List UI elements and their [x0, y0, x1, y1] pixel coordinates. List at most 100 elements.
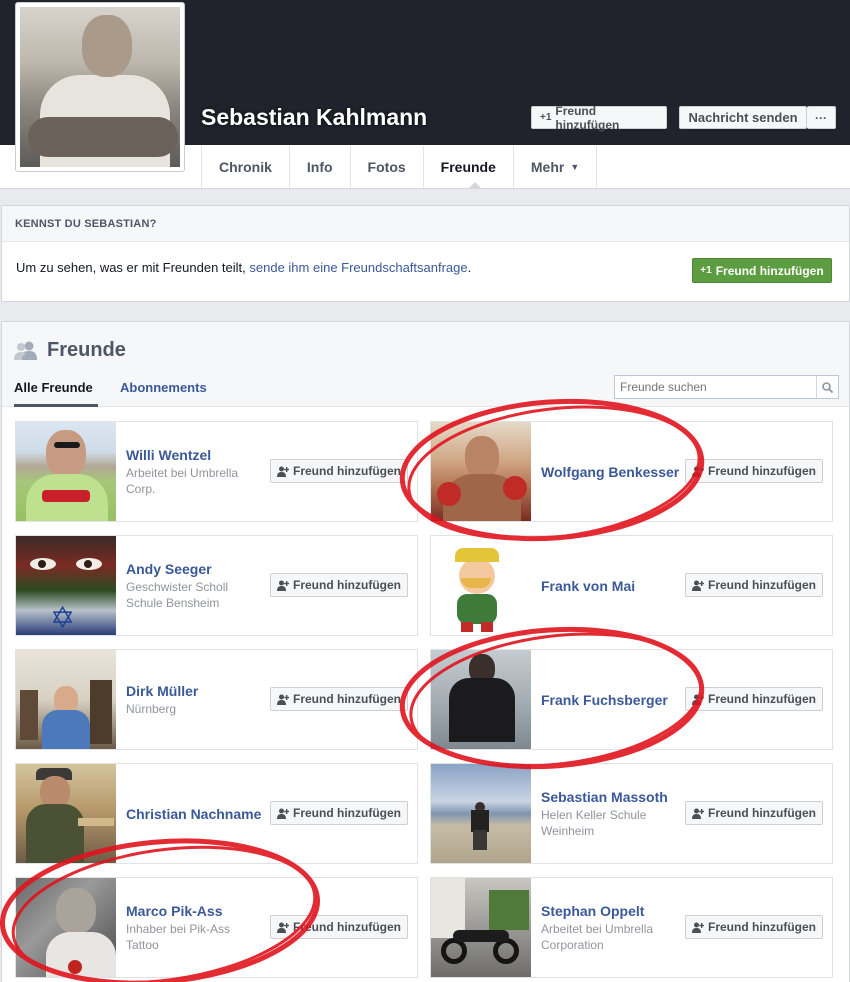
add-person-icon [277, 580, 289, 591]
profile-picture[interactable] [15, 2, 185, 172]
friends-search[interactable] [614, 375, 839, 399]
search-icon[interactable] [816, 376, 838, 398]
add-friend-icon: +1 [540, 112, 552, 123]
add-friend-icon: +1 [700, 265, 712, 276]
friend-name[interactable]: Marco Pik-Ass [126, 902, 268, 920]
add-friend-button[interactable]: +1 Freund hinzufügen [531, 103, 667, 132]
friend-detail: Arbeitet bei Umbrella Corporation [541, 921, 683, 953]
add-friend-label: Freund hinzufügen [555, 103, 620, 132]
friend-name[interactable]: Wolfgang Benkesser [541, 463, 683, 481]
friend-photo[interactable] [431, 536, 531, 635]
friend-name[interactable]: Stephan Oppelt [541, 902, 683, 920]
friend-name[interactable]: Frank Fuchsberger [541, 691, 683, 709]
add-friend-label: Freund hinzufügen [708, 920, 816, 934]
friend-photo[interactable] [16, 422, 116, 521]
friend-name[interactable]: Frank von Mai [541, 577, 683, 595]
add-friend-label: Freund hinzufügen [708, 806, 816, 820]
friend-photo[interactable] [16, 878, 116, 977]
friend-card: Willi Wentzel Arbeitet bei Umbrella Corp.… [15, 421, 418, 522]
friend-photo[interactable] [431, 764, 531, 863]
add-friend-button[interactable]: Freund hinzufügen [270, 801, 408, 825]
add-friend-label: Freund hinzufügen [708, 464, 816, 478]
friend-photo[interactable]: ✡ [16, 536, 116, 635]
friends-search-input[interactable] [615, 376, 816, 398]
friend-detail: Inhaber bei Pik-Ass Tattoo [126, 921, 268, 953]
friend-photo[interactable] [16, 764, 116, 863]
friend-photo[interactable] [431, 422, 531, 521]
add-friend-button[interactable]: Freund hinzufügen [270, 573, 408, 597]
friend-detail-text-2: Tattoo [126, 938, 159, 952]
friend-detail: Arbeitet bei Umbrella Corp. [126, 465, 268, 497]
tab-info[interactable]: Info [290, 146, 351, 188]
friend-photo[interactable] [431, 650, 531, 749]
friend-name[interactable]: Willi Wentzel [126, 446, 268, 464]
add-friend-label: Freund hinzufügen [293, 692, 401, 706]
profile-tabs: Chronik Info Fotos Freunde Mehr ▼ [201, 146, 598, 188]
friend-detail-link[interactable]: Umbrella [605, 922, 653, 936]
friend-name[interactable]: Andy Seeger [126, 560, 268, 578]
friend-detail-text: Geschwister Scholl [126, 580, 229, 594]
friend-detail-text: Arbeitet bei [126, 466, 191, 480]
know-him-text: Um zu sehen, was er mit Freunden teilt, … [16, 260, 471, 275]
add-friend-label: Freund hinzufügen [293, 806, 401, 820]
friend-detail-text-2: Corporation [541, 938, 604, 952]
friend-name[interactable]: Dirk Müller [126, 682, 268, 700]
add-friend-label: Freund hinzufügen [293, 578, 401, 592]
tab-chronik[interactable]: Chronik [202, 146, 290, 188]
friend-detail: Nürnberg [126, 702, 177, 716]
friend-detail: Helen Keller Schule Weinheim [541, 807, 683, 839]
know-him-period: . [467, 260, 472, 275]
more-options-button[interactable]: ··· [807, 106, 836, 129]
tab-fotos[interactable]: Fotos [351, 146, 424, 188]
friends-header: Freunde Alle Freunde Abonnements [2, 322, 849, 407]
friend-detail-text: Arbeitet bei [541, 922, 606, 936]
add-friend-label: Freund hinzufügen [708, 578, 816, 592]
friends-icon [14, 341, 37, 360]
active-tab-pointer [468, 182, 482, 189]
add-person-icon [277, 694, 289, 705]
friend-card: Marco Pik-Ass Inhaber bei Pik-Ass Tattoo … [15, 877, 418, 978]
tab-mehr-label: Mehr [530, 159, 565, 175]
add-friend-green-button[interactable]: +1 Freund hinzufügen [692, 258, 832, 283]
add-friend-button[interactable]: Freund hinzufügen [685, 687, 823, 711]
add-person-icon [277, 808, 289, 819]
add-friend-button[interactable]: Freund hinzufügen [685, 801, 823, 825]
add-friend-button[interactable]: Freund hinzufügen [685, 915, 823, 939]
add-friend-button[interactable]: Freund hinzufügen [270, 915, 408, 939]
add-person-icon [692, 466, 704, 477]
friend-detail-text-2: Schule Bensheim [126, 596, 220, 610]
profile-name[interactable]: Sebastian Kahlmann [201, 104, 427, 131]
friend-detail-text-2: Corp. [126, 482, 156, 496]
friend-request-link[interactable]: sende ihm eine Freundschaftsanfrage [249, 260, 467, 275]
friend-card: Frank Fuchsberger Freund hinzufügen [430, 649, 833, 750]
add-friend-button[interactable]: Freund hinzufügen [270, 687, 408, 711]
friend-card: Frank von Mai Freund hinzufügen [430, 535, 833, 636]
friend-card: Wolfgang Benkesser Freund hinzufügen [430, 421, 833, 522]
tab-subscriptions[interactable]: Abonnements [120, 380, 207, 395]
friend-detail-link[interactable]: Pik-Ass [189, 922, 230, 936]
friend-detail-text-2: Weinheim [541, 824, 595, 838]
active-tab-underline [14, 404, 98, 407]
friend-card: Sebastian Massoth Helen Keller Schule Wei… [430, 763, 833, 864]
add-friend-label: Freund hinzufügen [708, 692, 816, 706]
know-him-heading: KENNST DU SEBASTIAN? [2, 206, 849, 242]
friend-photo[interactable] [16, 650, 116, 749]
friend-detail-link[interactable]: Umbrella [190, 466, 238, 480]
friend-detail-text: Inhaber bei [126, 922, 190, 936]
add-friend-button[interactable]: Freund hinzufügen [685, 459, 823, 483]
tab-mehr[interactable]: Mehr ▼ [514, 146, 598, 188]
friend-detail-text: Helen Keller Schule [541, 808, 647, 822]
add-person-icon [692, 694, 704, 705]
add-friend-button[interactable]: Freund hinzufügen [270, 459, 408, 483]
friend-photo[interactable] [431, 878, 531, 977]
friend-name[interactable]: Christian Nachname [126, 805, 268, 823]
add-person-icon [277, 922, 289, 933]
tab-all-friends[interactable]: Alle Freunde [14, 380, 93, 395]
friend-card: Stephan Oppelt Arbeitet bei Umbrella Corp… [430, 877, 833, 978]
friend-name[interactable]: Sebastian Massoth [541, 788, 683, 806]
send-message-button[interactable]: Nachricht senden [679, 106, 807, 129]
friend-card: Dirk Müller Nürnberg Freund hinzufügen [15, 649, 418, 750]
know-him-box: KENNST DU SEBASTIAN? Um zu sehen, was er… [1, 205, 850, 302]
know-him-message: Um zu sehen, was er mit Freunden teilt, [16, 260, 250, 275]
add-friend-button[interactable]: Freund hinzufügen [685, 573, 823, 597]
